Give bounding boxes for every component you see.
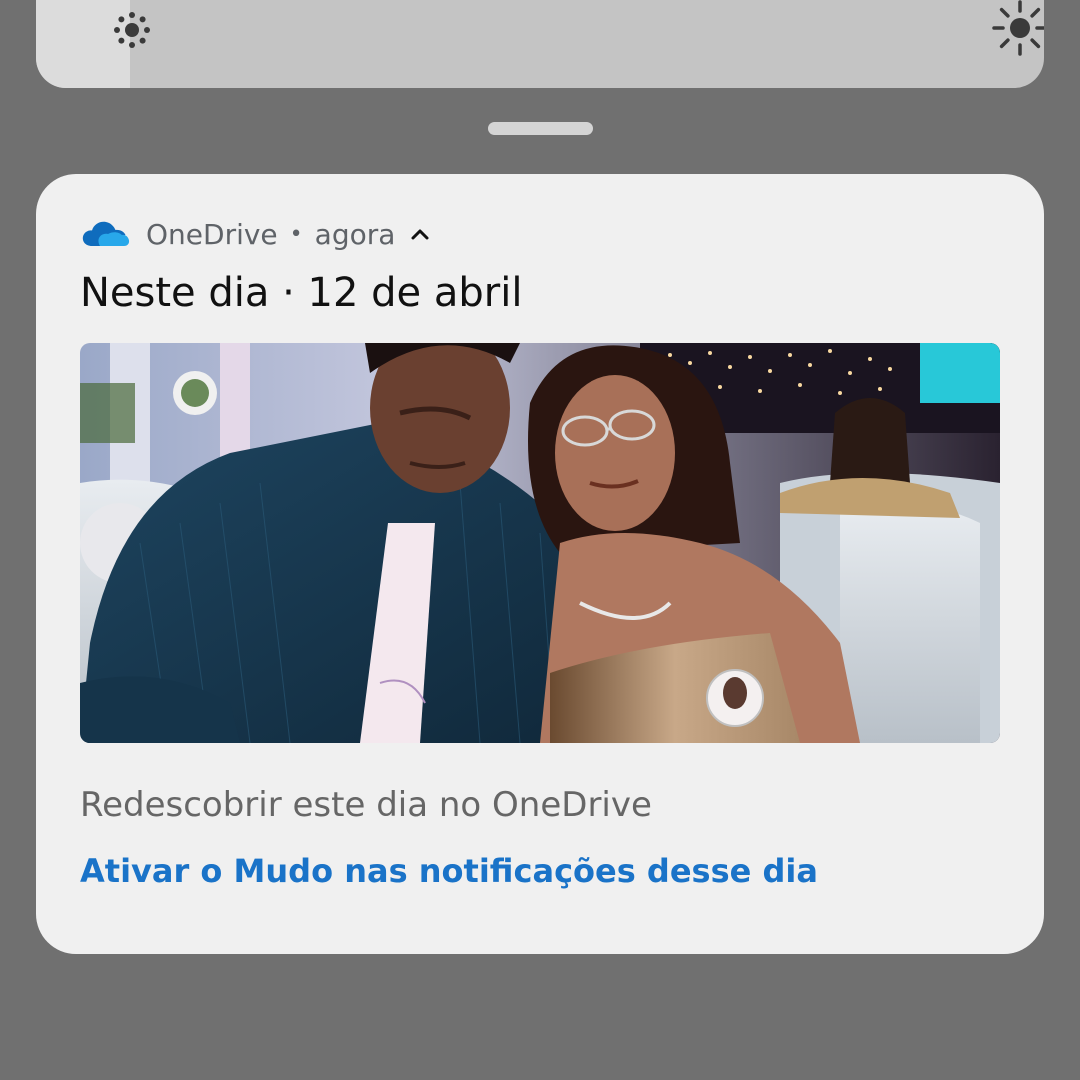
header-separator: • [289, 221, 303, 247]
app-name: OneDrive [146, 217, 278, 251]
brightness-low-icon [114, 12, 150, 48]
shade-drag-handle[interactable] [488, 122, 593, 135]
brightness-high-icon [992, 0, 1044, 56]
onedrive-cloud-icon [82, 221, 130, 246]
chevron-up-icon[interactable] [409, 223, 431, 245]
notification-title: Neste dia · 12 de abril [80, 270, 523, 316]
quick-settings-panel [36, 0, 1044, 88]
notification-body: Redescobrir este dia no OneDrive [80, 785, 652, 825]
notification-shade: OneDrive • agora Neste dia · 12 de abril [0, 0, 1080, 1080]
notification-header: OneDrive • agora [80, 214, 431, 254]
notification-time: agora [314, 217, 396, 251]
memory-photo[interactable] [80, 343, 1000, 743]
notification-card[interactable]: OneDrive • agora Neste dia · 12 de abril [36, 174, 1044, 954]
mute-day-notifications-button[interactable]: Ativar o Mudo nas notificações desse dia [80, 852, 818, 890]
photo-image [80, 343, 1000, 743]
